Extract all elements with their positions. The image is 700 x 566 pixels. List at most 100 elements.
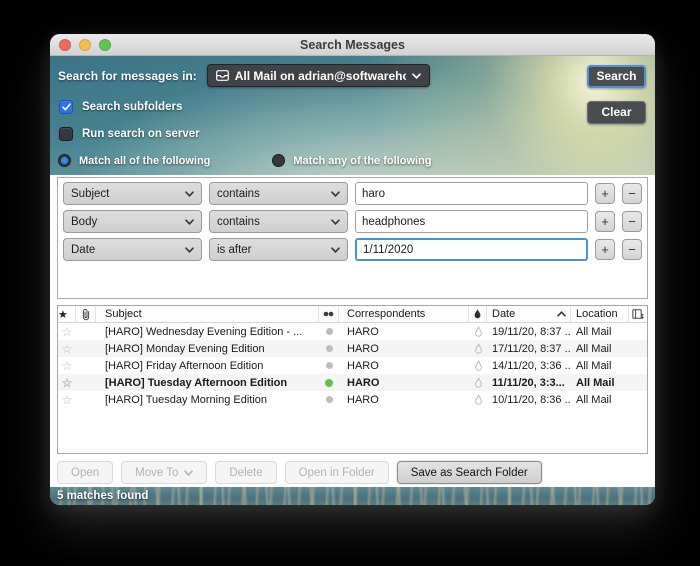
star-icon[interactable]: ☆ xyxy=(62,359,73,373)
remove-criteria-button[interactable]: − xyxy=(622,183,642,204)
column-picker-button[interactable] xyxy=(629,306,647,322)
chevron-down-icon xyxy=(184,470,193,476)
criteria-row: Date is after + − xyxy=(63,238,642,261)
subject-cell: [HARO] Wednesday Evening Edition - ... xyxy=(96,326,319,338)
field-select-value: Body xyxy=(71,216,185,228)
table-row[interactable]: ☆ [HARO] Tuesday Morning Edition HARO 10… xyxy=(58,391,647,408)
run-search-on-server-checkbox[interactable]: Run search on server xyxy=(59,126,647,141)
flame-icon xyxy=(474,394,483,406)
checkbox-label: Search subfolders xyxy=(82,101,182,113)
chevron-down-icon xyxy=(331,191,340,197)
unread-dot-icon xyxy=(325,379,333,387)
add-criteria-button[interactable]: + xyxy=(595,211,615,232)
star-icon[interactable]: ☆ xyxy=(62,342,73,356)
location-column-header[interactable]: Location xyxy=(571,306,629,322)
criteria-value-input[interactable] xyxy=(355,210,588,233)
table-row[interactable]: ☆ [HARO] Monday Evening Edition HARO 17/… xyxy=(58,340,647,357)
correspondents-column-header[interactable]: Correspondents xyxy=(339,306,469,322)
search-button[interactable]: Search xyxy=(587,65,646,88)
star-icon[interactable]: ☆ xyxy=(62,325,73,339)
flame-icon xyxy=(474,343,483,355)
star-icon[interactable]: ☆ xyxy=(62,376,73,390)
checkbox-label: Run search on server xyxy=(82,128,200,140)
junk-cell xyxy=(469,377,487,389)
mail-folder-icon xyxy=(216,70,229,81)
correspondents-cell: HARO xyxy=(339,360,469,372)
flame-icon xyxy=(474,377,483,389)
delete-button[interactable]: Delete xyxy=(215,461,276,484)
window-title: Search Messages xyxy=(50,38,655,52)
junk-column-header[interactable] xyxy=(469,306,487,322)
field-select[interactable]: Body xyxy=(63,210,202,233)
flame-icon xyxy=(474,326,483,338)
date-cell: 10/11/20, 8:36 ... xyxy=(487,394,571,406)
status-bar: 5 matches found xyxy=(50,487,655,505)
field-select-value: Subject xyxy=(71,188,185,200)
attachment-column-header[interactable] xyxy=(76,306,96,322)
radio-label: Match any of the following xyxy=(293,155,431,167)
radio-unselected-icon xyxy=(272,154,285,167)
location-cell: All Mail xyxy=(571,360,629,372)
date-cell: 19/11/20, 8:37 ... xyxy=(487,326,571,338)
match-any-radio[interactable]: Match any of the following xyxy=(272,154,431,167)
junk-cell xyxy=(469,326,487,338)
title-bar[interactable]: Search Messages xyxy=(50,34,655,56)
save-as-search-folder-button[interactable]: Save as Search Folder xyxy=(397,461,542,484)
correspondents-cell: HARO xyxy=(339,326,469,338)
folder-selector-value: All Mail on adrian@softwarehow.com xyxy=(235,69,406,83)
remove-criteria-button[interactable]: − xyxy=(622,239,642,260)
operator-select[interactable]: contains xyxy=(209,182,348,205)
search-header: Search for messages in: All Mail on adri… xyxy=(50,56,655,175)
move-to-button[interactable]: Move To xyxy=(121,461,207,484)
subject-cell: [HARO] Monday Evening Edition xyxy=(96,343,319,355)
criteria-value-input[interactable] xyxy=(355,238,588,261)
open-button[interactable]: Open xyxy=(57,461,113,484)
open-in-folder-button[interactable]: Open in Folder xyxy=(285,461,389,484)
chevron-up-icon xyxy=(557,311,566,317)
search-subfolders-checkbox[interactable]: Search subfolders xyxy=(59,99,647,114)
subject-column-header[interactable]: Subject xyxy=(96,306,319,322)
operator-select-value: contains xyxy=(217,188,331,200)
add-criteria-button[interactable]: + xyxy=(595,183,615,204)
read-dot-icon xyxy=(326,345,333,352)
radio-selected-icon xyxy=(58,154,71,167)
criteria-value-input[interactable] xyxy=(355,182,588,205)
checkbox-checked-icon xyxy=(59,100,73,114)
table-row[interactable]: ☆ [HARO] Wednesday Evening Edition - ...… xyxy=(58,323,647,340)
junk-cell xyxy=(469,343,487,355)
folder-selector-dropdown[interactable]: All Mail on adrian@softwarehow.com xyxy=(207,64,430,87)
location-cell: All Mail xyxy=(571,343,629,355)
read-dot-icon xyxy=(326,362,333,369)
read-status-cell xyxy=(319,362,339,369)
subject-cell: [HARO] Friday Afternoon Edition xyxy=(96,360,319,372)
radio-label: Match all of the following xyxy=(79,155,210,167)
location-cell: All Mail xyxy=(571,326,629,338)
chevron-down-icon xyxy=(331,247,340,253)
clear-button[interactable]: Clear xyxy=(587,101,646,124)
remove-criteria-button[interactable]: − xyxy=(622,211,642,232)
date-cell: 14/11/20, 3:36 ... xyxy=(487,360,571,372)
table-row[interactable]: ☆ [HARO] Tuesday Afternoon Edition HARO … xyxy=(58,374,647,391)
add-criteria-button[interactable]: + xyxy=(595,239,615,260)
operator-select[interactable]: is after xyxy=(209,238,348,261)
correspondents-cell: HARO xyxy=(339,394,469,406)
field-select[interactable]: Subject xyxy=(63,182,202,205)
flame-icon xyxy=(473,308,482,320)
star-column-header[interactable]: ★ xyxy=(58,306,76,322)
desktop-background: Search Messages Search for messages in: … xyxy=(0,0,700,566)
read-status-cell xyxy=(319,379,339,387)
field-select[interactable]: Date xyxy=(63,238,202,261)
read-column-header[interactable] xyxy=(319,306,339,322)
star-icon[interactable]: ☆ xyxy=(62,393,73,407)
results-header-row: ★ Subject Correspondents Date xyxy=(58,306,647,323)
read-dot-icon xyxy=(326,396,333,403)
correspondents-cell: HARO xyxy=(339,343,469,355)
operator-select[interactable]: contains xyxy=(209,210,348,233)
read-status-cell xyxy=(319,396,339,403)
criteria-row: Subject contains + − xyxy=(63,182,642,205)
read-status-cell xyxy=(319,345,339,352)
date-column-header[interactable]: Date xyxy=(487,306,571,322)
match-all-radio[interactable]: Match all of the following xyxy=(58,154,210,167)
table-row[interactable]: ☆ [HARO] Friday Afternoon Edition HARO 1… xyxy=(58,357,647,374)
match-count-text: 5 matches found xyxy=(57,490,148,502)
